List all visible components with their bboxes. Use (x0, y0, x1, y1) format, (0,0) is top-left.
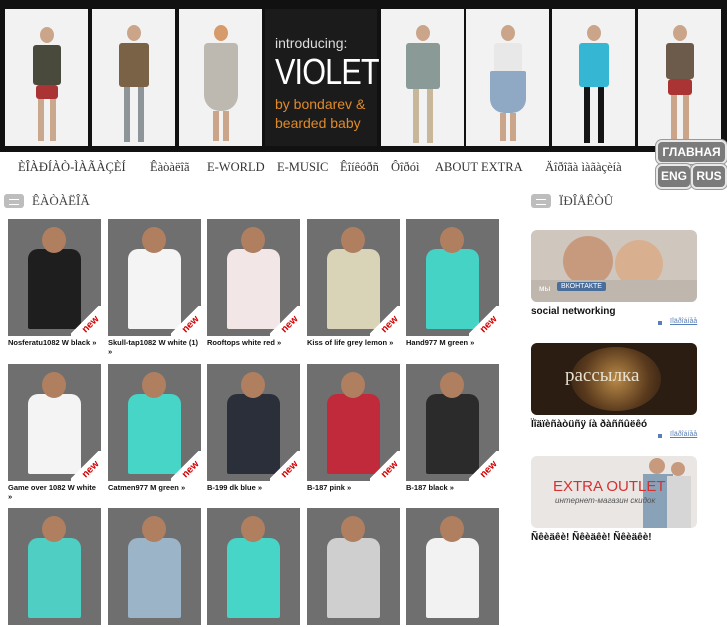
model-photo (466, 9, 549, 146)
banner-intro: introducing: (275, 35, 348, 51)
banner-byline-1: by bondarev & (275, 96, 366, 112)
model-photo (179, 9, 262, 146)
newsletter-overlay: рассылка (565, 365, 640, 386)
product-card[interactable] (307, 508, 400, 627)
product-image[interactable]: new (207, 364, 300, 481)
banner-byline: by bondarev & bearded baby (275, 95, 365, 133)
catalog-title: ÊÀÒÀËÎÃ (32, 193, 90, 208)
vkontakte-badge: ВКОНТАКТЕ (557, 282, 606, 291)
social-more-link[interactable]: ïîäðîáíåå (657, 318, 697, 325)
product-name-link[interactable]: Nosferatu1082 W black » (8, 338, 101, 347)
model-photo (5, 9, 88, 146)
nav-item-e-world[interactable]: E-WORLD (207, 160, 265, 175)
product-image[interactable] (207, 508, 300, 625)
product-image[interactable]: new (406, 364, 499, 481)
product-name-link[interactable]: Catmen977 M green » (108, 483, 201, 492)
new-badge: new (71, 451, 101, 481)
product-card[interactable]: new Nosferatu1082 W black » (8, 219, 101, 347)
projects-title: ÏÐÎÅÊÒÛ (559, 193, 614, 208)
nav-item-catalog[interactable]: Êàòàëîã (150, 160, 190, 175)
nav-item-e-music[interactable]: E-MUSIC (277, 160, 328, 175)
product-card[interactable]: new Catmen977 M green » (108, 364, 201, 492)
product-image[interactable]: new (108, 219, 201, 336)
model-photo (552, 9, 635, 146)
product-image[interactable]: new (108, 364, 201, 481)
product-image[interactable]: new (207, 219, 300, 336)
banner-byline-2: bearded baby (275, 115, 361, 131)
catalog-header: ÊÀÒÀËÎÃ (4, 192, 204, 210)
banner-brand: VIOLET (275, 51, 380, 92)
lang-eng-button[interactable]: ENG (656, 164, 692, 189)
newsletter-banner[interactable]: рассылка (531, 343, 697, 415)
model-photo (92, 9, 175, 146)
product-card[interactable]: new B-187 black » (406, 364, 499, 492)
product-image[interactable]: new (8, 219, 101, 336)
outlet-caption[interactable]: Ñêèäêè! Ñêèäêè! Ñêèäêè! (531, 532, 652, 543)
newsletter-caption[interactable]: Ïîäïèñàòüñÿ íà ðàññûëêó (531, 419, 647, 430)
product-card[interactable] (8, 508, 101, 627)
lang-rus-button[interactable]: RUS (691, 164, 727, 189)
home-button[interactable]: ГЛАВНАЯ (656, 140, 727, 164)
new-badge: new (71, 306, 101, 336)
social-networking-banner[interactable]: мы ВКОНТАКТЕ (531, 230, 697, 302)
product-name-link[interactable]: Rooftops white red » (207, 338, 300, 347)
product-image[interactable] (108, 508, 201, 625)
section-icon (4, 194, 24, 208)
model-photo (381, 9, 464, 146)
new-badge: new (469, 306, 499, 336)
product-image[interactable] (406, 508, 499, 625)
product-name-link[interactable]: B-187 pink » (307, 483, 400, 492)
hero-banner[interactable]: introducing: VIOLET by bondarev & bearde… (0, 0, 727, 152)
product-image[interactable] (8, 508, 101, 625)
product-image[interactable]: new (406, 219, 499, 336)
new-badge: new (469, 451, 499, 481)
new-badge: new (370, 306, 400, 336)
nav-item-directions[interactable]: Äîðîãà ìàãàçèíà (545, 160, 622, 175)
nav-item-shop[interactable]: ÈÎÀÐÍÀÒ-ÌÀÃÀÇÈÍ (18, 160, 126, 175)
product-card[interactable] (207, 508, 300, 627)
newsletter-more-link[interactable]: ïîäðîáíåå (657, 431, 697, 438)
product-name-link[interactable]: B-187 black » (406, 483, 499, 492)
product-name-link[interactable]: Kiss of life grey lemon » (307, 338, 400, 347)
product-name-link[interactable]: Skull-tap1082 W white (1) » (108, 338, 201, 356)
product-card[interactable]: new Game over 1082 W white » (8, 364, 101, 501)
nav-item-contest[interactable]: Êîíêóðñ (340, 160, 379, 175)
main-nav: ÈÎÀÐÍÀÒ-ÌÀÃÀÇÈÍ Êàòàëîã E-WORLD E-MUSIC … (0, 158, 652, 178)
product-image[interactable]: new (8, 364, 101, 481)
social-networking-caption[interactable]: social networking (531, 306, 615, 317)
product-image[interactable]: new (307, 364, 400, 481)
product-card[interactable] (406, 508, 499, 627)
product-image[interactable]: new (307, 219, 400, 336)
product-card[interactable]: new B-199 dk blue » (207, 364, 300, 492)
projects-header: ÏÐÎÅÊÒÛ (531, 192, 721, 210)
new-badge: new (270, 451, 300, 481)
outlet-overlay-subtitle: интернет-магазин скидок (555, 496, 656, 505)
new-badge: new (270, 306, 300, 336)
banner-promo: introducing: VIOLET by bondarev & bearde… (265, 9, 380, 146)
product-card[interactable]: new B-187 pink » (307, 364, 400, 492)
nav-item-about[interactable]: ABOUT EXTRA (435, 160, 523, 175)
product-card[interactable] (108, 508, 201, 627)
product-name-link[interactable]: Game over 1082 W white » (8, 483, 101, 501)
product-card[interactable]: new Hand977 M green » (406, 219, 499, 347)
product-card[interactable]: new Skull-tap1082 W white (1) » (108, 219, 201, 356)
product-card[interactable]: new Kiss of life grey lemon » (307, 219, 400, 347)
new-badge: new (171, 451, 201, 481)
product-card[interactable]: new Rooftops white red » (207, 219, 300, 347)
nav-item-forum[interactable]: Ôîðóì (391, 160, 419, 175)
outlet-banner[interactable]: EXTRA OUTLET интернет-магазин скидок (531, 456, 697, 528)
product-name-link[interactable]: B-199 dk blue » (207, 483, 300, 492)
new-badge: new (171, 306, 201, 336)
outlet-overlay-title: EXTRA OUTLET (553, 478, 666, 495)
model-photo (638, 9, 721, 146)
new-badge: new (370, 451, 400, 481)
section-icon (531, 194, 551, 208)
social-overlay-1: мы (539, 284, 551, 293)
product-image[interactable] (307, 508, 400, 625)
product-name-link[interactable]: Hand977 M green » (406, 338, 499, 347)
